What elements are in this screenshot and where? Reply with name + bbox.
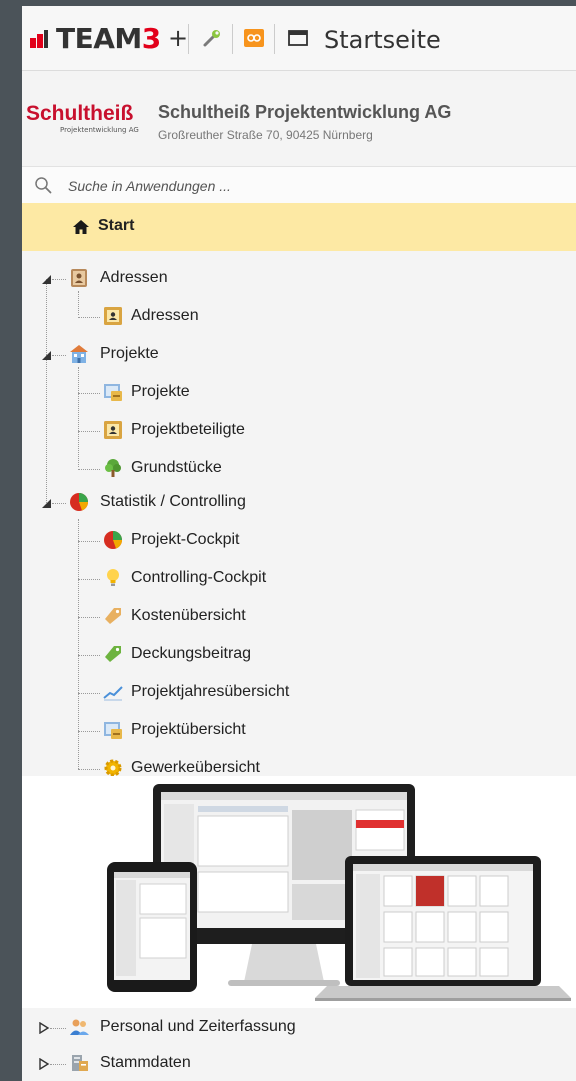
pie-chart-icon bbox=[70, 493, 89, 511]
devices-image bbox=[107, 784, 571, 1001]
tree-item-label: Projektübersicht bbox=[131, 721, 246, 738]
search-bar bbox=[22, 166, 576, 204]
database-icon bbox=[72, 1055, 88, 1071]
window-left-border bbox=[0, 0, 22, 1081]
company-logo: Schultheiß bbox=[26, 102, 134, 125]
tree-item-label: Deckungsbeitrag bbox=[131, 645, 252, 662]
expanded-triangle-icon[interactable] bbox=[40, 273, 52, 285]
navigation-tree-collapsed: Personal und Zeiterfassung Stammdaten bbox=[22, 1008, 576, 1081]
tree-item-projektbeteiligte[interactable]: Projektbeteiligte bbox=[22, 413, 576, 449]
logo-number: 3 bbox=[141, 22, 161, 55]
collapsed-triangle-icon[interactable] bbox=[38, 1058, 50, 1070]
tree-connector bbox=[52, 355, 66, 356]
tree-item-kostenuebersicht[interactable]: Kostenübersicht bbox=[22, 599, 576, 635]
tree-icon bbox=[105, 459, 121, 477]
tree-group-label: Stammdaten bbox=[100, 1054, 191, 1071]
company-header: Schultheiß Projektentwicklung AG Schulth… bbox=[22, 92, 576, 156]
toolbar-separator bbox=[274, 24, 275, 54]
company-address: Großreuther Straße 70, 90425 Nürnberg bbox=[158, 128, 373, 142]
pie-chart-icon bbox=[104, 531, 123, 549]
tree-group-label: Projekte bbox=[100, 345, 159, 362]
people-icon bbox=[70, 1019, 89, 1035]
tree-connector bbox=[78, 541, 100, 542]
tree-item-label: Adressen bbox=[131, 307, 199, 324]
contact-card-icon bbox=[104, 421, 122, 439]
expanded-triangle-icon[interactable] bbox=[40, 497, 52, 509]
team3-logo-text: TEAM3 bbox=[56, 22, 161, 55]
tree-item-projektuebersicht[interactable]: Projektübersicht bbox=[22, 713, 576, 749]
tree-connector bbox=[50, 1028, 66, 1029]
tree-group-personal-zeiterfassung[interactable]: Personal und Zeiterfassung bbox=[22, 1010, 576, 1046]
tree-item-label: Projekt-Cockpit bbox=[131, 531, 240, 548]
tree-connector bbox=[78, 655, 100, 656]
company-name: Schultheiß Projektentwicklung AG bbox=[158, 102, 452, 122]
team3-logo-mark bbox=[30, 30, 48, 48]
tree-item-projekt-cockpit[interactable]: Projekt-Cockpit bbox=[22, 523, 576, 559]
tree-item-label: Projekte bbox=[131, 383, 190, 400]
line-chart-icon bbox=[103, 686, 123, 701]
search-icon bbox=[35, 177, 52, 194]
lightbulb-icon bbox=[107, 569, 119, 586]
navigation-tree: Adressen Adressen Projekte Projekte Proj… bbox=[22, 251, 576, 777]
collapsed-triangle-icon[interactable] bbox=[38, 1022, 50, 1034]
logo-prefix: TEAM bbox=[56, 22, 142, 55]
tree-group-adressen[interactable]: Adressen bbox=[22, 261, 576, 297]
tree-group-projekte[interactable]: Projekte bbox=[22, 337, 576, 373]
toolbar-separator bbox=[188, 24, 189, 54]
logo-plus: + bbox=[168, 24, 189, 52]
tree-group-stammdaten[interactable]: Stammdaten bbox=[22, 1046, 576, 1081]
tree-connector bbox=[78, 579, 100, 580]
chat-icon[interactable] bbox=[242, 26, 266, 50]
tree-connector bbox=[52, 279, 66, 280]
wrench-icon[interactable] bbox=[200, 26, 224, 50]
search-input[interactable] bbox=[66, 173, 550, 199]
contact-card-icon bbox=[104, 307, 122, 325]
tree-item-label: Projektjahresübersicht bbox=[131, 683, 290, 700]
tag-green-icon bbox=[105, 646, 121, 662]
tree-connector bbox=[52, 503, 66, 504]
tree-connector bbox=[50, 1064, 66, 1065]
tree-item-label: Grundstücke bbox=[131, 459, 222, 476]
tree-group-label: Statistik / Controlling bbox=[100, 493, 246, 510]
building-icon bbox=[70, 345, 88, 363]
project-icon bbox=[104, 384, 122, 401]
app-panel: TEAM3 + Startseite Schultheiß Projektent… bbox=[22, 6, 576, 1081]
tree-item-controlling-cockpit[interactable]: Controlling-Cockpit bbox=[22, 561, 576, 597]
tree-item-grundstuecke[interactable]: Grundstücke bbox=[22, 451, 576, 487]
tree-item-label: Controlling-Cockpit bbox=[131, 569, 267, 586]
tag-icon bbox=[105, 608, 121, 624]
project-icon bbox=[104, 722, 122, 739]
page-title: Startseite bbox=[324, 26, 441, 54]
tree-connector bbox=[78, 617, 100, 618]
nav-item-start-label: Start bbox=[98, 217, 135, 234]
tree-connector bbox=[78, 731, 100, 732]
tree-connector bbox=[78, 469, 100, 470]
window-icon[interactable] bbox=[286, 26, 310, 50]
tree-group-label: Personal und Zeiterfassung bbox=[100, 1018, 296, 1035]
company-logo-subtitle: Projektentwicklung AG bbox=[60, 126, 139, 134]
tree-item-projektjahresuebersicht[interactable]: Projektjahresübersicht bbox=[22, 675, 576, 711]
tree-item-label: Kostenübersicht bbox=[131, 607, 246, 624]
tree-item-projekte[interactable]: Projekte bbox=[22, 375, 576, 411]
nav-item-start[interactable]: Start bbox=[22, 203, 576, 252]
tree-connector bbox=[78, 769, 100, 770]
tree-connector bbox=[78, 393, 100, 394]
tree-item-label: Projektbeteiligte bbox=[131, 421, 245, 438]
tree-connector bbox=[78, 317, 100, 318]
toolbar-separator bbox=[232, 24, 233, 54]
tree-group-statistik-controlling[interactable]: Statistik / Controlling bbox=[22, 485, 576, 521]
tree-item-deckungsbeitrag[interactable]: Deckungsbeitrag bbox=[22, 637, 576, 673]
tree-connector bbox=[78, 431, 100, 432]
tree-item-adressen[interactable]: Adressen bbox=[22, 299, 576, 335]
devices-illustration bbox=[22, 776, 576, 1008]
title-bar: TEAM3 + Startseite bbox=[22, 6, 576, 71]
home-icon bbox=[73, 220, 89, 234]
tree-group-label: Adressen bbox=[100, 269, 168, 286]
tree-item-label: Gewerkeübersicht bbox=[131, 759, 260, 776]
address-book-icon bbox=[71, 269, 87, 287]
tree-connector bbox=[78, 693, 100, 694]
expanded-triangle-icon[interactable] bbox=[40, 349, 52, 361]
